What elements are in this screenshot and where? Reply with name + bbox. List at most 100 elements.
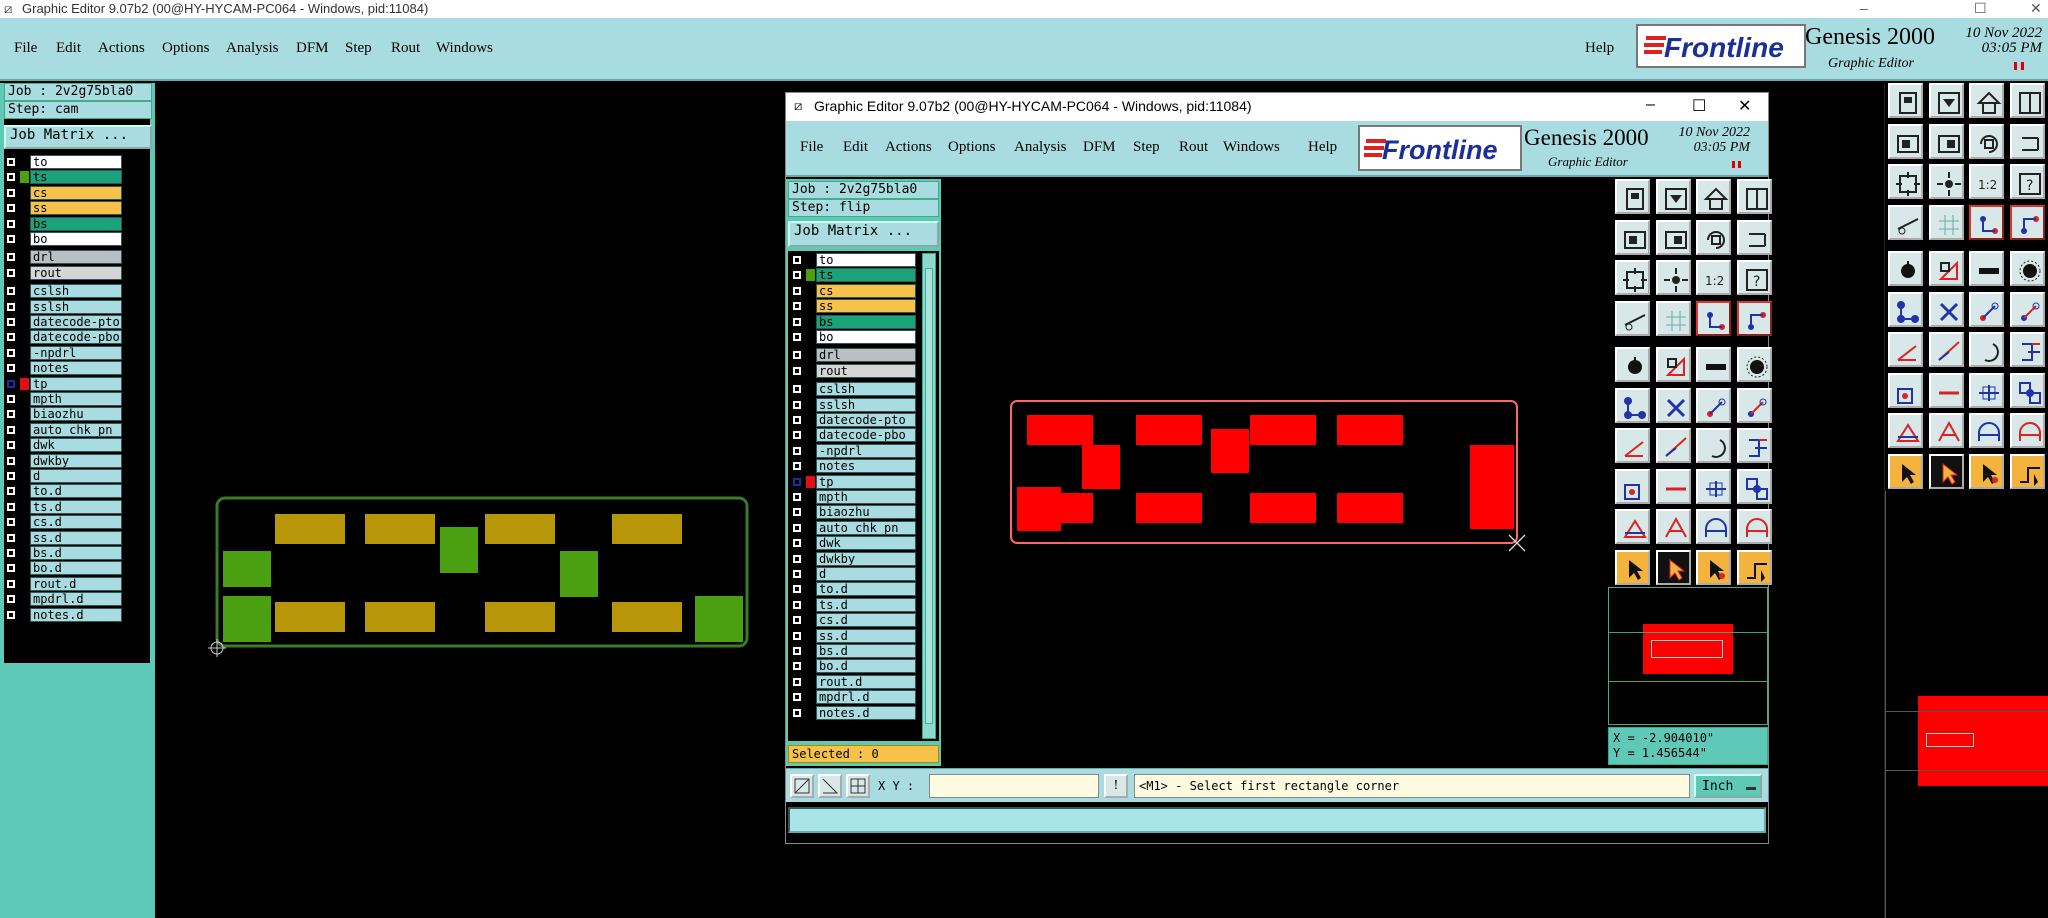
circle-button[interactable]: [1736, 347, 1772, 382]
help-button[interactable]: ?: [2009, 164, 2045, 199]
layer-checkbox[interactable]: [792, 492, 802, 502]
arc-blue-button[interactable]: [1736, 387, 1772, 423]
pause-icon[interactable]: [2014, 62, 2024, 70]
layer-checkbox[interactable]: [792, 507, 802, 518]
zoom-fit-button[interactable]: [1615, 260, 1650, 295]
layer-checkbox[interactable]: [6, 157, 16, 167]
layer-list-scrollbar[interactable]: [922, 253, 936, 739]
cross-button[interactable]: [1655, 387, 1691, 423]
layer-row-ss[interactable]: ss: [790, 299, 918, 314]
pad[interactable]: [485, 514, 555, 544]
pad[interactable]: [223, 596, 271, 642]
move-right-button[interactable]: [1928, 123, 1964, 159]
layer-row-tp[interactable]: tp: [4, 376, 124, 392]
rotate-button[interactable]: [1969, 123, 2004, 159]
inner-preview-viewport[interactable]: [1651, 640, 1723, 658]
select-button[interactable]: [1928, 453, 1964, 489]
layer-checkbox[interactable]: [792, 332, 802, 342]
layer-checkbox[interactable]: [792, 584, 802, 595]
menu-windows[interactable]: Windows: [436, 40, 493, 57]
layer-checkbox[interactable]: [792, 445, 802, 456]
pad[interactable]: [1027, 493, 1093, 523]
layer-checkbox[interactable]: [6, 267, 16, 278]
curve-button[interactable]: [1696, 428, 1731, 463]
layer-row-ss[interactable]: ss: [4, 201, 124, 216]
layer-checkbox[interactable]: [792, 415, 802, 425]
layer-row-dwk[interactable]: dwk: [790, 536, 918, 551]
layer-row-mpdrl-d[interactable]: mpdrl.d: [4, 592, 124, 607]
layer-checkbox[interactable]: [792, 522, 802, 533]
layer-checkbox[interactable]: [6, 532, 16, 543]
net-red-button[interactable]: [1696, 300, 1731, 336]
pin-button[interactable]: [1888, 372, 1923, 408]
layer-checkbox[interactable]: [792, 384, 802, 395]
units-select[interactable]: Inch: [1694, 774, 1762, 798]
extend-button[interactable]: [1696, 468, 1731, 504]
layer-checkbox[interactable]: [6, 471, 16, 481]
menu-help[interactable]: Help: [1585, 40, 1614, 57]
rotate-button[interactable]: [1696, 219, 1731, 255]
net-blue-button[interactable]: [1736, 300, 1772, 336]
pad[interactable]: [1136, 415, 1202, 445]
shape-button[interactable]: [1928, 251, 1964, 286]
line-button[interactable]: [1969, 251, 2004, 286]
layer-row-d[interactable]: d: [790, 567, 918, 582]
diagonal-button[interactable]: [1655, 428, 1691, 463]
layout-button[interactable]: [2009, 83, 2045, 118]
angle-icon[interactable]: [818, 774, 842, 798]
layer-row-to[interactable]: to: [4, 155, 124, 170]
inner-job-matrix-button[interactable]: Job Matrix ...: [788, 221, 939, 247]
layer-row-bo-d[interactable]: bo.d: [790, 659, 918, 674]
layer-checkbox[interactable]: [6, 455, 16, 466]
branch-button[interactable]: [1736, 428, 1772, 463]
layer-checkbox[interactable]: [6, 440, 16, 451]
layer-checkbox[interactable]: [6, 409, 16, 420]
layer-row-biaozhu[interactable]: biaozhu: [4, 407, 124, 422]
pad[interactable]: [223, 551, 271, 587]
bridge-button[interactable]: [1696, 509, 1731, 544]
layer-row-drl[interactable]: drl: [4, 250, 124, 265]
menu-actions[interactable]: Actions: [98, 40, 145, 57]
layer-row-cs[interactable]: cs: [4, 185, 124, 201]
measure-tool-button[interactable]: [1888, 204, 1923, 240]
save-button[interactable]: [1928, 83, 1964, 118]
menu-file[interactable]: File: [14, 40, 37, 57]
pad[interactable]: [1470, 485, 1514, 529]
shape-button[interactable]: [1655, 347, 1691, 382]
bridge-red-button[interactable]: [2009, 413, 2045, 448]
layer-checkbox[interactable]: [6, 203, 16, 214]
layer-row-rout[interactable]: rout: [790, 363, 918, 379]
layer-row-ts-d[interactable]: ts.d: [4, 499, 124, 515]
layer-checkbox[interactable]: [792, 538, 802, 549]
branch-button[interactable]: [2009, 332, 2045, 367]
layer-checkbox[interactable]: [792, 692, 802, 703]
layer-checkbox[interactable]: [792, 661, 802, 672]
inner-menu-windows[interactable]: Windows: [1223, 139, 1280, 156]
scale-one-button[interactable]: 1:2: [1969, 164, 2004, 199]
layer-checkbox[interactable]: [6, 486, 16, 497]
move-right-button[interactable]: [1655, 219, 1691, 255]
save-button[interactable]: [1655, 179, 1691, 214]
menu-analysis[interactable]: Analysis: [226, 40, 279, 57]
pad[interactable]: [1470, 445, 1514, 485]
layer-row-to[interactable]: to: [790, 253, 918, 268]
snap-grid-icon[interactable]: [846, 774, 870, 798]
job-matrix-button[interactable]: Job Matrix ...: [4, 125, 152, 149]
trim-button[interactable]: [1928, 372, 1964, 408]
layer-checkbox[interactable]: [792, 707, 802, 718]
layer-checkbox[interactable]: [792, 569, 802, 579]
inner-minimize-button[interactable]: –: [1646, 96, 1655, 114]
inner-menu-rout[interactable]: Rout: [1179, 139, 1208, 156]
pad[interactable]: [1337, 415, 1403, 445]
pad[interactable]: [1027, 415, 1093, 445]
menu-step[interactable]: Step: [345, 40, 372, 57]
layer-checkbox[interactable]: [792, 316, 802, 327]
layer-row-ts-d[interactable]: ts.d: [790, 597, 918, 613]
net-red-button[interactable]: [1969, 204, 2004, 240]
layer-checkbox[interactable]: [792, 301, 802, 312]
inner-menu-step[interactable]: Step: [1133, 139, 1160, 156]
layer-checkbox[interactable]: [6, 501, 16, 512]
route-button[interactable]: [1736, 549, 1772, 585]
layer-checkbox[interactable]: [6, 218, 16, 229]
layer-checkbox[interactable]: [6, 578, 16, 589]
